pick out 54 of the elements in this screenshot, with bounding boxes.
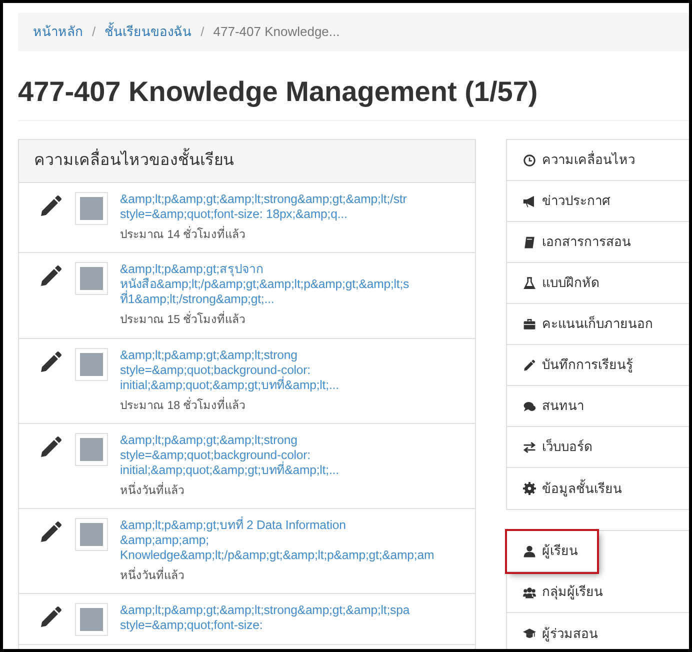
nav-item[interactable]: เว็บบอร์ด <box>507 427 689 468</box>
clock-icon <box>523 154 536 167</box>
pencil-icon <box>39 350 63 374</box>
nav-item[interactable]: ข่าวประกาศ <box>507 181 689 222</box>
breadcrumb-link[interactable]: หน้าหลัก <box>33 22 83 42</box>
nav-item[interactable]: ผู้ร่วมสอน <box>507 613 689 649</box>
user-icon <box>523 544 536 558</box>
nav-item[interactable]: เอกสารการสอน <box>507 222 689 264</box>
briefcase-icon <box>523 318 536 331</box>
avatar-thumbnail <box>75 432 108 466</box>
breadcrumb-separator: / <box>91 23 97 41</box>
megaphone-icon <box>523 194 536 208</box>
graduation-cap-icon <box>523 627 536 640</box>
pencil-icon <box>39 605 63 630</box>
nav-item[interactable]: แบบฝึกหัด <box>507 263 689 304</box>
avatar-thumbnail <box>75 518 108 552</box>
activity-time: หนึ่งวันที่แล้ว <box>120 482 339 500</box>
breadcrumb-link[interactable]: ชั้นเรียนของฉัน <box>104 22 192 42</box>
avatar-thumbnail <box>75 262 108 296</box>
activity-link[interactable]: &amp;lt;p&amp;gt;&amp;lt;strong style=&amp;quot;background-color: initial;&amp;quot;&amp;gt;บทที่&amp;lt;... <box>120 432 339 478</box>
avatar-thumbnail <box>75 348 108 381</box>
activity-link[interactable]: &amp;lt;p&amp;gt;บทที่ 2 Data Information &amp;amp;amp; Knowledge&amp;lt;/p&amp;gt;&amp;lt;p&amp;gt;&amp;am <box>120 518 434 564</box>
avatar-thumbnail <box>75 192 108 226</box>
pencil-icon <box>39 264 63 288</box>
pencil-icon <box>39 194 63 218</box>
activity-time: ประมาณ 15 ชั่วโมงที่แล้ว <box>120 312 410 330</box>
panel-heading: ความเคลื่อนไหวของชั้นเรียน <box>19 140 475 184</box>
flask-icon <box>523 276 536 290</box>
breadcrumb-separator: / <box>200 23 206 41</box>
pencil-icon <box>523 358 536 372</box>
activity-link[interactable]: &amp;lt;p&amp;gt;&amp;lt;strong style=&amp;quot;background-color: initial;&amp;quot;&amp;gt;บทที่&amp;lt;... <box>120 348 339 393</box>
breadcrumb-current: 477-407 Knowledge... <box>213 23 340 41</box>
arrows-icon <box>523 440 536 454</box>
speech-bubbles-icon <box>523 400 536 413</box>
book-icon <box>523 236 536 249</box>
nav-item[interactable]: กลุ่มผู้เรียน <box>507 572 689 614</box>
nav-item[interactable]: ข้อมูลชั้นเรียน <box>507 468 689 510</box>
activity-time: ประมาณ 18 ชั่วโมงที่แล้ว <box>120 398 339 415</box>
nav-item[interactable]: ความเคลื่อนไหว <box>507 140 689 182</box>
activity-link[interactable]: &amp;lt;p&amp;gt;&amp;lt;strong&amp;gt;&amp;lt;/str style=&amp;quot;font-size: 18px;&amp;q... <box>120 192 407 222</box>
pencil-icon <box>39 434 63 459</box>
activity-link[interactable]: &amp;lt;p&amp;gt;&amp;lt;strong&amp;gt;&amp;lt;spa style=&amp;quot;font-size: <box>120 603 410 634</box>
settings-icon <box>523 482 536 496</box>
nav-item[interactable]: บันทึกการเรียนรู้ <box>507 345 689 386</box>
pencil-icon <box>39 520 63 544</box>
activity-link[interactable]: &amp;lt;p&amp;gt;สรุปจาก หนังสือ&amp;lt;/p&amp;gt;&amp;lt;p&amp;gt;&amp;lt;s ที่1&amp;lt;/strong&amp;gt;... <box>120 262 410 308</box>
nav-item[interactable]: ผู้เรียน <box>507 531 597 572</box>
avatar-thumbnail <box>75 603 108 636</box>
users-icon <box>523 586 536 599</box>
activity-time: ประมาณ 14 ชั่วโมงที่แล้ว <box>120 227 407 244</box>
nav-item[interactable]: คะแนนเก็บภายนอก <box>507 304 689 346</box>
nav-item[interactable]: สนทนา <box>507 386 689 428</box>
page-title: 477-407 Knowledge Management (1/57) <box>18 74 539 108</box>
activity-time: หนึ่งวันที่แล้ว <box>120 568 434 586</box>
